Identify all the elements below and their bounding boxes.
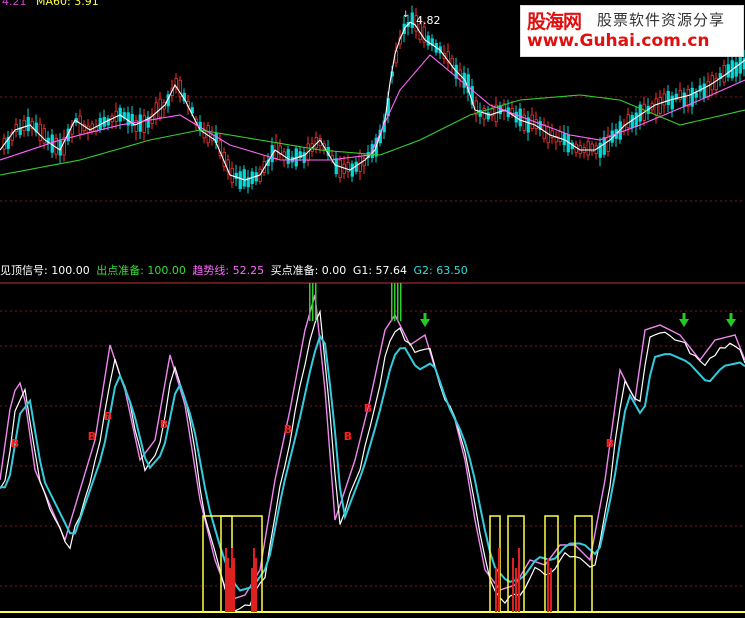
watermark: 股海网 股票软件资源分享 www.Guhai.com.cn	[520, 5, 744, 57]
stock-chart-canvas[interactable]: BBBB BBBB 4.82 ↓	[0, 0, 745, 618]
top-signal-bar	[397, 283, 399, 321]
candle-body	[238, 171, 242, 190]
signal-bar	[512, 558, 514, 612]
candle-body	[722, 64, 726, 83]
candle-body	[474, 100, 478, 115]
signal-bar	[227, 558, 229, 612]
buy-prep-readout: 买点准备: 0.00	[270, 264, 347, 277]
candle-body	[518, 108, 522, 127]
candle-body	[426, 35, 430, 46]
candle-body	[734, 62, 738, 77]
grid-lines	[0, 96, 745, 587]
signal-bar	[225, 548, 227, 612]
signal-bar	[495, 568, 497, 612]
candle-body	[38, 123, 42, 142]
candle-body	[26, 116, 30, 132]
candle-body	[694, 92, 698, 98]
candle-body	[586, 141, 590, 156]
buy-signal-marker: B	[88, 430, 96, 443]
candle-body	[206, 125, 210, 144]
price-readout: 4.21	[2, 0, 27, 8]
candle-body	[630, 115, 634, 129]
top-signal-bar	[309, 283, 311, 321]
indicator-panel-readout: 见顶信号: 100.00 出点准备: 100.00 趋势线: 52.25 买点准…	[0, 264, 471, 277]
signal-bar	[518, 548, 520, 612]
trend-line-readout: 趋势线: 52.25	[192, 264, 265, 277]
peak-price-label: 4.82	[416, 14, 441, 27]
signal-bar	[231, 548, 233, 612]
buy-signal-marker: B	[284, 423, 292, 436]
g2-readout: G2: 63.50	[413, 264, 468, 277]
candle-body	[638, 104, 642, 122]
candle-body	[658, 97, 662, 114]
sell-arrow-icon	[679, 313, 689, 327]
buy-signal-marker: B	[364, 402, 372, 415]
candle-body	[22, 119, 26, 131]
signal-bar	[547, 558, 549, 612]
candle-body	[654, 98, 658, 116]
candle-body	[666, 91, 670, 106]
candle-body	[14, 123, 18, 132]
buy-signal-marker: B	[11, 437, 19, 450]
candle-body	[662, 93, 666, 106]
trend-line	[0, 294, 745, 601]
candle-body	[410, 12, 414, 28]
candle-body	[534, 119, 538, 129]
signal-bar	[251, 568, 253, 612]
exit-prep-readout: 出点准备: 100.00	[96, 264, 186, 277]
candle-body	[286, 149, 290, 164]
candle-body	[90, 123, 94, 132]
top-signal-bar	[315, 283, 317, 321]
top-signal-bar	[391, 283, 393, 321]
candle-body	[702, 83, 706, 99]
signal-bar	[255, 558, 257, 612]
indicator-series: BBBB BBBB	[0, 283, 745, 613]
sell-arrow-icon	[726, 313, 736, 327]
ma-long-line	[0, 94, 745, 176]
candle-body	[242, 169, 246, 187]
watermark-url: www.Guhai.com.cn	[527, 31, 710, 51]
top-signal-bar	[400, 283, 402, 321]
buy-signal-marker: B	[160, 418, 168, 431]
prep-zone	[574, 515, 593, 612]
candle-body	[686, 89, 690, 107]
candle-body	[602, 137, 606, 155]
candle-body	[726, 64, 730, 78]
candle-body	[154, 102, 158, 120]
candle-body	[78, 115, 82, 135]
candle-body	[346, 161, 350, 173]
candle-body	[338, 159, 342, 179]
signal-bar	[253, 548, 255, 612]
candle-body	[42, 128, 46, 144]
signal-bar	[498, 548, 500, 612]
watermark-logo: 股海网	[527, 11, 582, 33]
signal-bar	[229, 568, 231, 612]
g1-readout: G1: 57.64	[352, 264, 408, 277]
candle-body	[558, 131, 562, 142]
candle-body	[142, 115, 146, 134]
candle-body	[350, 163, 354, 177]
candle-body	[626, 114, 630, 129]
g1-line	[0, 309, 745, 612]
top-signal-readout: 见顶信号: 100.00	[0, 264, 90, 277]
signal-bar	[550, 568, 552, 612]
watermark-slogan: 股票软件资源分享	[597, 11, 726, 29]
candle-body	[706, 80, 710, 98]
top-signal-bar	[312, 283, 314, 321]
candle-body	[670, 95, 674, 110]
buy-signal-marker: B	[104, 410, 112, 423]
signal-bar	[515, 568, 517, 612]
sell-arrow-icon	[420, 313, 430, 327]
peak-marker: ↓	[402, 10, 410, 20]
ma60-readout: MA60: 3.91	[36, 0, 99, 8]
top-signal-bar	[394, 283, 396, 321]
buy-signal-marker: B	[606, 437, 614, 450]
candle-body	[634, 112, 638, 127]
candle-body	[682, 92, 686, 107]
signal-bar	[233, 558, 235, 612]
main-panel-readout: 4.21 MA60: 3.91	[2, 0, 105, 8]
buy-signal-marker: B	[344, 430, 352, 443]
